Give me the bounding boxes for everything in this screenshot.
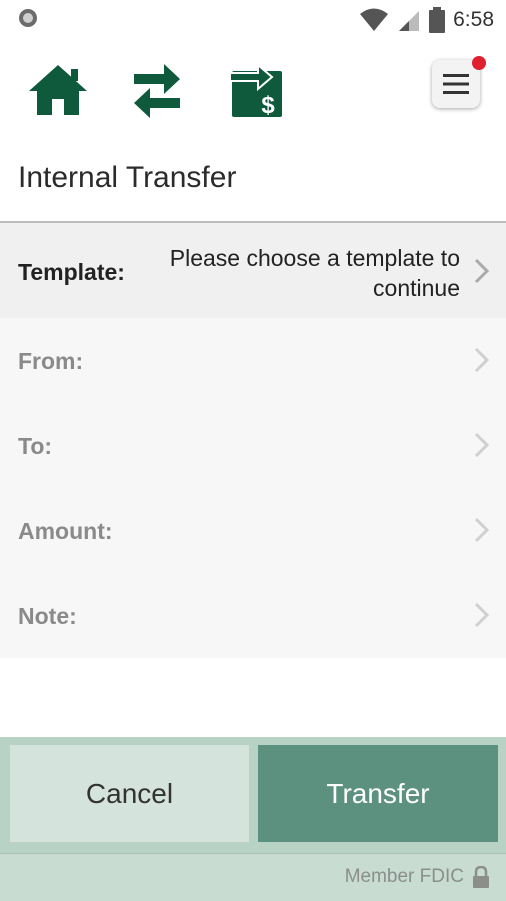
chevron-right-icon [474, 347, 490, 373]
bill-pay-icon[interactable]: $ [224, 60, 288, 120]
status-indicators: 6:58 [359, 5, 494, 35]
transfer-form: Template: Please choose a template to co… [0, 223, 506, 658]
note-row[interactable]: Note: [0, 573, 506, 658]
from-row[interactable]: From: [0, 318, 506, 403]
chevron-right-icon [474, 602, 490, 628]
to-row[interactable]: To: [0, 403, 506, 488]
top-nav: $ [0, 60, 506, 120]
empty-space [0, 659, 506, 737]
page-title: Internal Transfer [18, 161, 237, 194]
clock: 6:58 [453, 8, 494, 31]
menu-button[interactable] [432, 56, 486, 108]
template-label: Template: [18, 259, 125, 285]
fdic-notice: Member FDIC [345, 866, 490, 888]
amount-label: Amount: [18, 518, 113, 544]
fdic-text: Member FDIC [344, 866, 464, 887]
chevron-right-icon [474, 432, 490, 458]
notification-badge [472, 56, 486, 70]
fdic-bar: Member FDIC [0, 853, 506, 901]
to-label: To: [18, 433, 53, 459]
amount-row[interactable]: Amount: [0, 488, 506, 573]
cell-signal-icon [399, 11, 420, 31]
chevron-right-icon [474, 517, 490, 543]
cancel-button[interactable]: Cancel [10, 745, 249, 842]
status-bar: 6:58 [0, 0, 506, 40]
hamburger-menu-icon [443, 74, 469, 94]
transfer-button[interactable]: Transfer [258, 745, 498, 842]
notification-circle-icon [19, 9, 37, 27]
chevron-right-icon [474, 258, 490, 284]
wifi-icon [360, 8, 389, 31]
template-row[interactable]: Template: Please choose a template to co… [0, 223, 506, 318]
home-icon[interactable] [26, 60, 90, 120]
svg-text:$: $ [261, 92, 275, 119]
note-label: Note: [18, 603, 77, 629]
template-value: Please choose a template to continue [169, 245, 460, 301]
transfer-arrows-icon[interactable] [125, 60, 189, 120]
battery-icon [429, 7, 446, 33]
from-label: From: [18, 348, 84, 374]
lock-icon [473, 866, 489, 888]
